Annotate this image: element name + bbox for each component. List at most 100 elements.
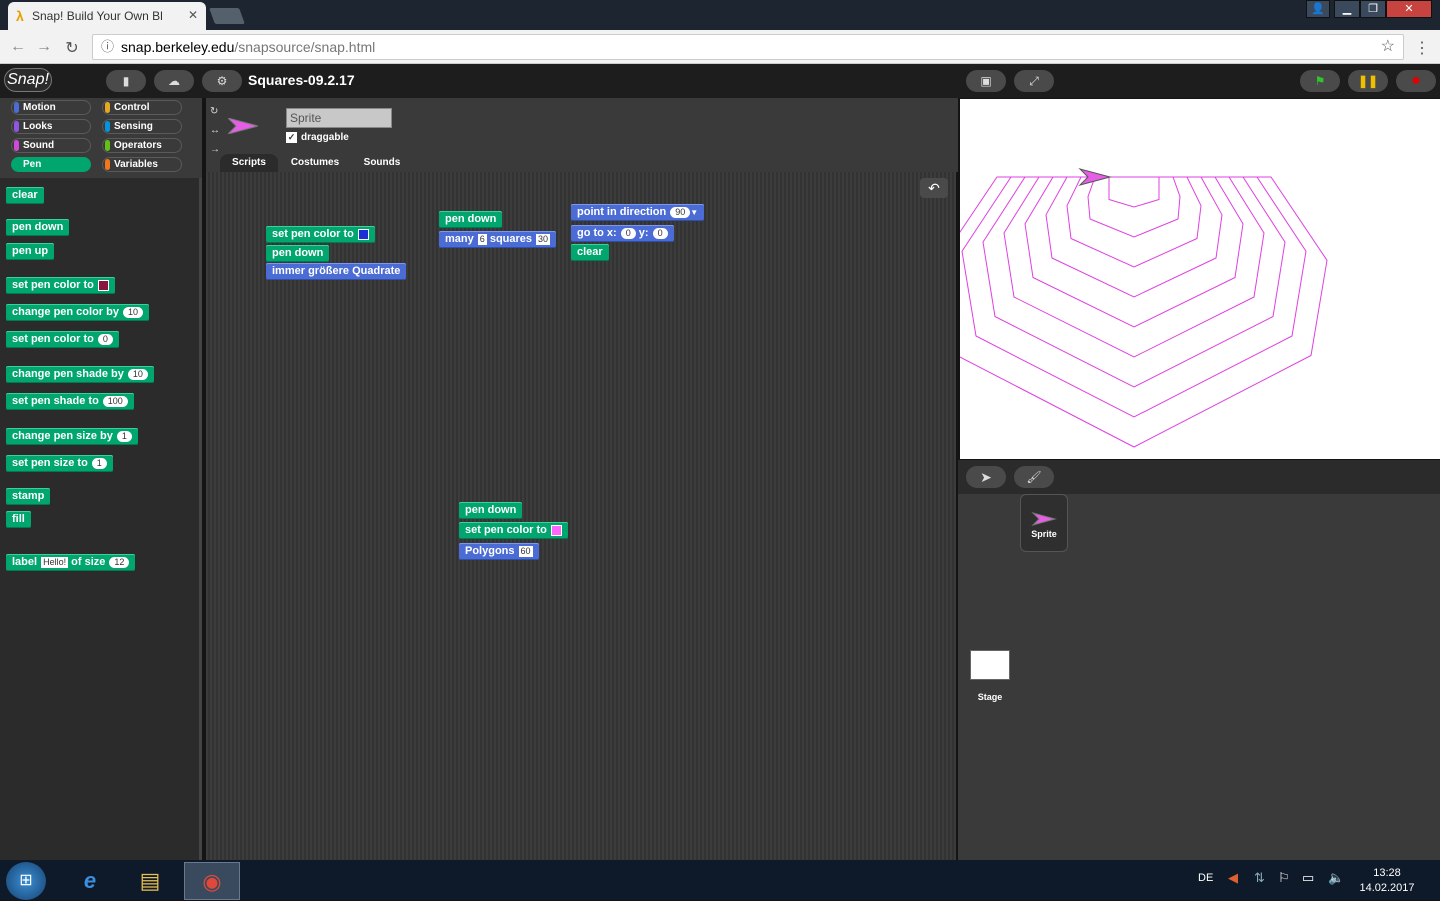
- color-swatch[interactable]: [357, 228, 369, 240]
- block-label[interactable]: label Hello! of size 12: [6, 554, 136, 571]
- volume-icon[interactable]: 🔈: [1328, 870, 1344, 886]
- tab-costumes[interactable]: Costumes: [282, 154, 348, 172]
- block-pen-down[interactable]: pen down: [266, 245, 330, 262]
- chrome-icon[interactable]: ◉: [184, 862, 240, 900]
- close-tab-icon[interactable]: ✕: [188, 8, 198, 22]
- block-stamp[interactable]: stamp: [6, 488, 51, 505]
- block-clear[interactable]: clear: [571, 244, 609, 261]
- number-slot[interactable]: 12: [109, 556, 130, 568]
- number-slot[interactable]: 6: [477, 233, 487, 245]
- maximize-button[interactable]: ❐: [1360, 0, 1386, 18]
- block-change-pen-shade[interactable]: change pen shade by 10: [6, 366, 154, 383]
- stage-size-toggle-icon[interactable]: ▣: [966, 70, 1006, 92]
- block-label: Polygons: [465, 545, 515, 557]
- file-explorer-icon[interactable]: ▤: [122, 862, 178, 900]
- settings-gear-icon[interactable]: ⚙: [202, 70, 242, 92]
- dropdown-arrow-icon[interactable]: ▼: [690, 208, 698, 217]
- back-arrow-icon[interactable]: ←: [8, 38, 28, 56]
- block-point-in-direction[interactable]: point in direction 90 ▼: [571, 204, 705, 221]
- draggable-checkbox[interactable]: ✓ draggable: [286, 132, 349, 143]
- block-custom-quadrate[interactable]: immer größere Quadrate: [266, 263, 407, 280]
- scripts-area[interactable]: ↶ set pen color to pen down immer größer…: [206, 172, 956, 860]
- monitor-icon[interactable]: ▭: [1302, 870, 1314, 886]
- block-go-to-xy[interactable]: go to x: 0 y: 0: [571, 225, 674, 242]
- color-swatch[interactable]: [550, 524, 562, 536]
- reload-icon[interactable]: ↻: [62, 38, 82, 58]
- block-set-pen-shade[interactable]: set pen shade to 100: [6, 393, 134, 410]
- tab-sounds[interactable]: Sounds: [352, 154, 412, 172]
- file-icon[interactable]: ▮: [106, 70, 146, 92]
- color-swatch[interactable]: [97, 279, 109, 291]
- green-flag-icon[interactable]: ⚑: [1300, 70, 1340, 92]
- number-slot[interactable]: 1: [116, 430, 132, 442]
- direction-slot[interactable]: 90: [670, 206, 691, 218]
- new-tab-button[interactable]: [209, 8, 245, 24]
- text-slot[interactable]: Hello!: [41, 556, 69, 568]
- number-slot[interactable]: 10: [127, 368, 148, 380]
- block-fill[interactable]: fill: [6, 511, 31, 528]
- block-set-pen-color[interactable]: set pen color to: [459, 522, 568, 539]
- rotation-style-icons[interactable]: ↻ ↔ →: [210, 102, 220, 159]
- close-window-button[interactable]: ✕: [1386, 0, 1432, 18]
- language-indicator[interactable]: DE: [1198, 872, 1213, 884]
- number-slot[interactable]: 1: [91, 457, 107, 469]
- block-change-pen-size[interactable]: change pen size by 1: [6, 428, 138, 445]
- browser-tab[interactable]: λ Snap! Build Your Own Bl ✕: [8, 2, 206, 30]
- network-icon[interactable]: ⇅: [1254, 870, 1265, 886]
- turtle-arrow-icon[interactable]: ➤: [966, 466, 1006, 488]
- tab-scripts[interactable]: Scripts: [220, 154, 278, 172]
- block-set-pen-color-swatch[interactable]: set pen color to: [6, 277, 115, 294]
- internet-explorer-icon[interactable]: e: [62, 862, 118, 900]
- clock-date: 14.02.2017: [1359, 882, 1415, 894]
- sprite-thumbnail[interactable]: Sprite: [1020, 494, 1068, 552]
- number-slot[interactable]: 100: [102, 395, 128, 407]
- x-slot[interactable]: 0: [620, 227, 636, 239]
- undo-icon[interactable]: ↶: [920, 178, 948, 198]
- block-pen-down[interactable]: pen down: [6, 219, 70, 236]
- clock[interactable]: 13:28 14.02.2017: [1352, 866, 1422, 896]
- bookmark-star-icon[interactable]: ☆: [1381, 35, 1395, 59]
- category-looks[interactable]: Looks: [11, 119, 91, 134]
- block-many-squares[interactable]: many 6 squares 30: [439, 231, 557, 248]
- user-icon[interactable]: 👤: [1306, 0, 1330, 18]
- block-polygons[interactable]: Polygons 60: [459, 543, 539, 560]
- block-set-pen-size[interactable]: set pen size to 1: [6, 455, 113, 472]
- forward-arrow-icon[interactable]: →: [34, 38, 54, 56]
- paintbrush-icon[interactable]: 🖌: [1014, 466, 1054, 488]
- category-control[interactable]: Control: [102, 100, 182, 115]
- stop-icon[interactable]: ●: [1396, 70, 1436, 92]
- category-pen[interactable]: Pen: [11, 157, 91, 172]
- category-variables[interactable]: Variables: [102, 157, 182, 172]
- category-motion[interactable]: Motion: [11, 100, 91, 115]
- number-slot[interactable]: 10: [122, 306, 143, 318]
- number-slot[interactable]: 0: [97, 333, 113, 345]
- fullscreen-icon[interactable]: ⤢: [1014, 70, 1054, 92]
- category-operators[interactable]: Operators: [102, 138, 182, 153]
- number-slot[interactable]: 30: [536, 233, 551, 245]
- block-set-pen-color[interactable]: set pen color to: [266, 226, 375, 243]
- windows-start-icon[interactable]: ⊞: [6, 862, 46, 900]
- block-change-pen-color[interactable]: change pen color by 10: [6, 304, 149, 321]
- pause-icon[interactable]: ❚❚: [1348, 70, 1388, 92]
- snap-logo[interactable]: Snap!: [4, 68, 52, 92]
- minimize-button[interactable]: ▁: [1334, 0, 1360, 18]
- flag-icon[interactable]: ⚐: [1278, 870, 1290, 886]
- category-sensing[interactable]: Sensing: [102, 119, 182, 134]
- block-pen-up[interactable]: pen up: [6, 243, 55, 260]
- menu-dots-icon[interactable]: ⋮: [1412, 38, 1432, 58]
- block-pen-down[interactable]: pen down: [459, 502, 523, 519]
- stage[interactable]: [940, 99, 1440, 459]
- y-slot[interactable]: 0: [652, 227, 668, 239]
- sprite-name-field[interactable]: Sprite: [286, 108, 392, 128]
- cloud-icon[interactable]: ☁: [154, 70, 194, 92]
- sprite-arrow-icon: [228, 118, 258, 134]
- block-set-pen-color-number[interactable]: set pen color to 0: [6, 331, 119, 348]
- stage-thumbnail[interactable]: [970, 650, 1010, 680]
- block-pen-down[interactable]: pen down: [439, 211, 503, 228]
- url-field[interactable]: ⓘ snap.berkeley.edu/snapsource/snap.html…: [92, 34, 1404, 60]
- info-icon[interactable]: ⓘ: [101, 35, 114, 59]
- number-slot[interactable]: 60: [518, 545, 533, 557]
- category-sound[interactable]: Sound: [11, 138, 91, 153]
- block-clear[interactable]: clear: [6, 187, 44, 204]
- speaker-alert-icon[interactable]: ◀: [1228, 870, 1238, 886]
